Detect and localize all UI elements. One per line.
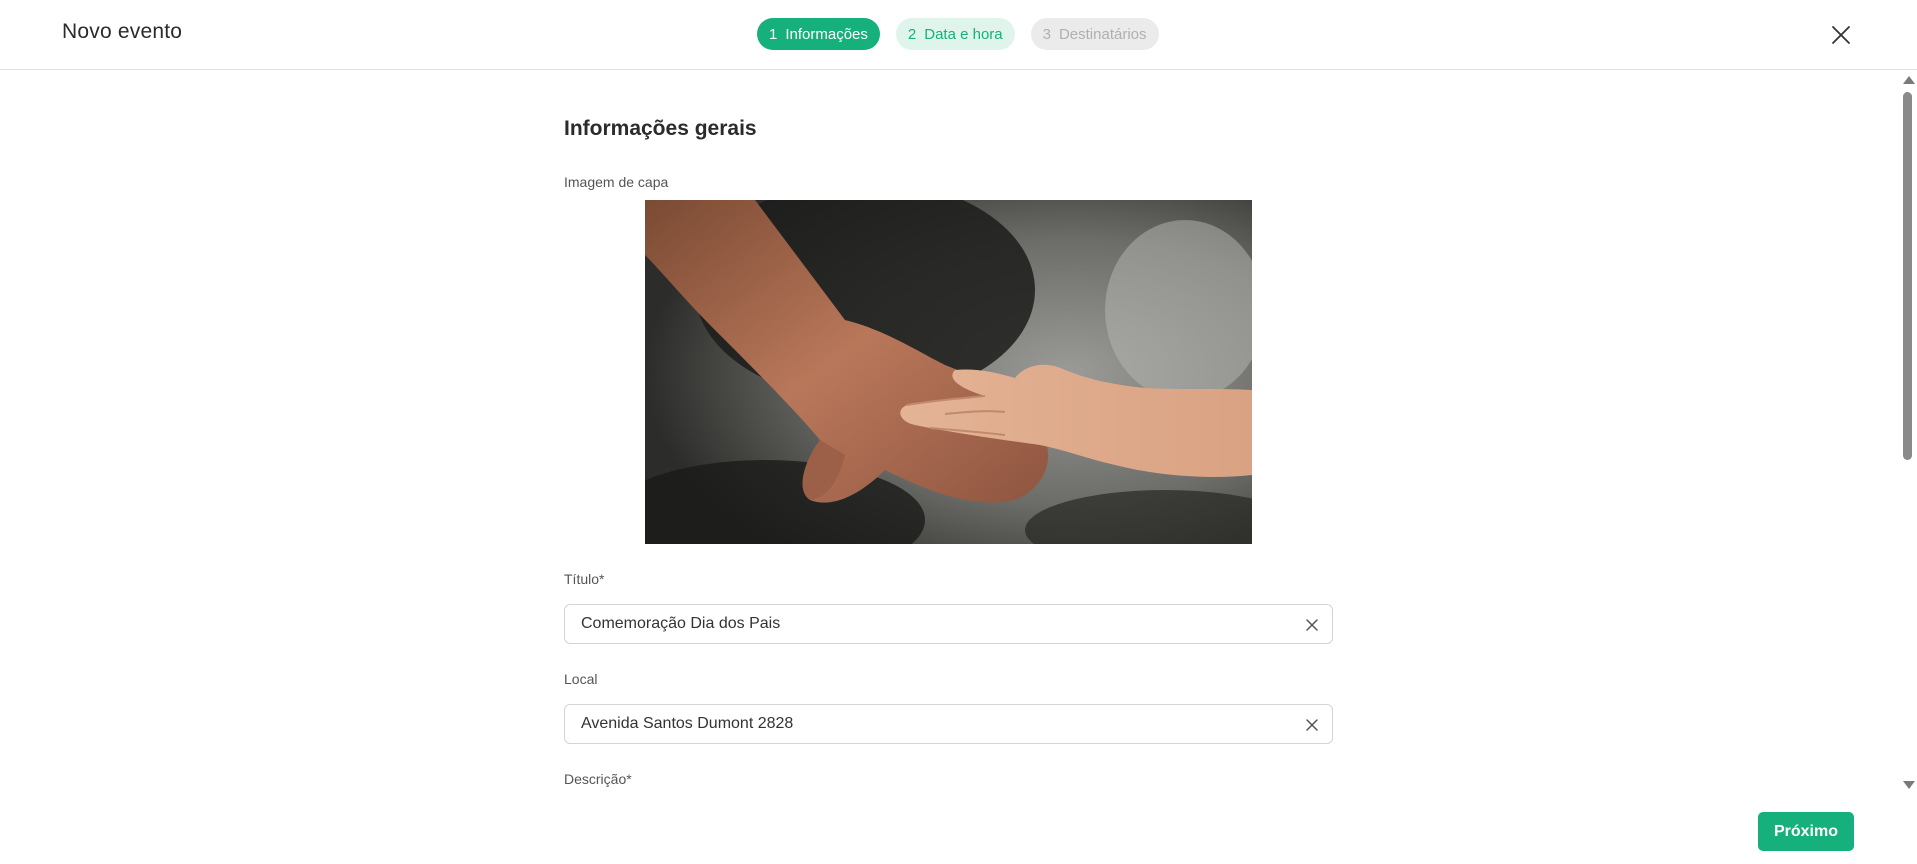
cover-image[interactable]	[645, 200, 1252, 544]
description-label: Descrição*	[564, 771, 632, 787]
next-button[interactable]: Próximo	[1758, 812, 1854, 851]
scroll-down-arrow-icon[interactable]	[1903, 781, 1915, 789]
step-label: Data e hora	[924, 25, 1003, 43]
form-content: Informações gerais Imagem de capa Título…	[564, 71, 1334, 791]
step-number: 1	[769, 25, 778, 43]
step-number: 2	[907, 25, 917, 43]
modal-title: Novo evento	[62, 20, 183, 43]
location-value: Avenida Santos Dumont 2828	[581, 715, 794, 732]
stepper: 1 Informações 2 Data e hora 3 Destinatár…	[757, 18, 1159, 50]
scrollbar-thumb[interactable]	[1903, 92, 1912, 460]
clear-icon[interactable]	[1304, 617, 1320, 633]
location-input[interactable]: Avenida Santos Dumont 2828	[564, 704, 1333, 744]
step-informacoes[interactable]: 1 Informações	[757, 18, 880, 50]
scroll-up-arrow-icon[interactable]	[1903, 76, 1915, 84]
modal-header: Novo evento 1 Informações 2 Data e hora …	[0, 0, 1917, 70]
step-number: 3	[1042, 25, 1051, 43]
cover-image-label: Imagem de capa	[564, 174, 669, 190]
cover-photo-hands	[645, 200, 1252, 544]
title-value: Comemoração Dia dos Pais	[581, 615, 781, 632]
section-title: Informações gerais	[564, 117, 757, 140]
scrollbar[interactable]	[1898, 71, 1917, 791]
step-destinatarios: 3 Destinatários	[1030, 18, 1159, 50]
close-icon	[1832, 26, 1850, 44]
step-label: Informações	[785, 25, 868, 43]
close-button[interactable]	[1828, 22, 1854, 48]
location-label: Local	[564, 671, 598, 687]
title-label: Título*	[564, 571, 605, 587]
clear-icon[interactable]	[1304, 717, 1320, 733]
step-label: Destinatários	[1058, 25, 1147, 43]
step-data-e-hora[interactable]: 2 Data e hora	[895, 18, 1015, 50]
title-input[interactable]: Comemoração Dia dos Pais	[564, 604, 1333, 644]
